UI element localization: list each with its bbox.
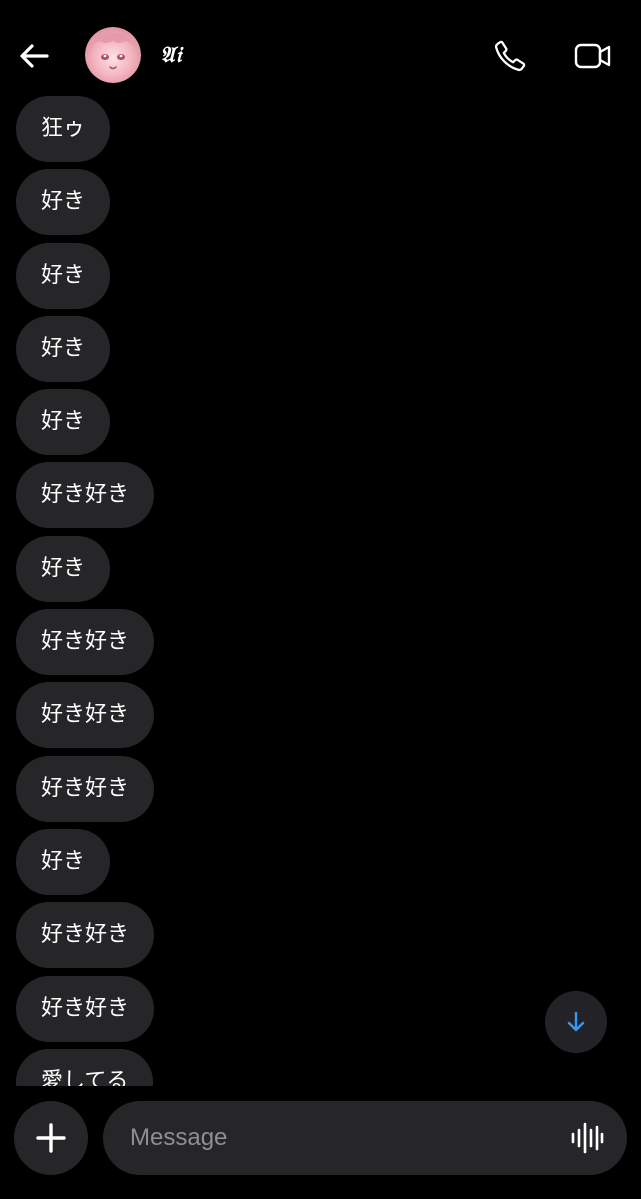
message-input[interactable] (130, 1101, 550, 1175)
message-item[interactable]: 好き好き (16, 682, 641, 749)
message-bubble[interactable]: 好き好き (16, 682, 155, 749)
message-item[interactable]: 好き (16, 315, 641, 382)
message-item[interactable]: 愛してる (16, 1048, 641, 1086)
message-bubble[interactable]: 好き (16, 828, 111, 895)
message-item[interactable]: 狂ゥ (16, 96, 641, 162)
audio-call-button[interactable] (490, 36, 530, 76)
message-bubble[interactable]: 好き (16, 535, 111, 602)
message-composer (0, 1100, 641, 1180)
add-attachment-button[interactable] (14, 1101, 88, 1175)
back-button[interactable] (14, 36, 54, 76)
arrow-down-icon (567, 1011, 585, 1032)
message-list: 狂ゥ 好き 好き 好き 好き 好き好き 好き 好き好き 好き好き 好き好き 好き… (0, 96, 641, 1086)
message-item[interactable]: 好き好き (16, 755, 641, 822)
voice-message-button[interactable] (567, 1118, 607, 1158)
avatar[interactable] (85, 27, 141, 83)
back-arrow-icon (20, 44, 49, 68)
message-bubble[interactable]: 好き (16, 169, 111, 236)
message-bubble[interactable]: 好き (16, 242, 111, 309)
message-bubble[interactable]: 好き (16, 315, 111, 382)
message-field[interactable] (103, 1101, 627, 1175)
phone-icon (494, 40, 526, 72)
message-bubble[interactable]: 愛してる (16, 1048, 154, 1086)
message-item[interactable]: 好き (16, 535, 641, 602)
message-thread[interactable]: 狂ゥ 好き 好き 好き 好き 好き好き 好き 好き好き 好き好き 好き好き 好き… (0, 96, 641, 1086)
message-item[interactable]: 好き好き (16, 902, 641, 969)
plus-icon (36, 1123, 66, 1153)
message-bubble[interactable]: 好き好き (16, 462, 155, 529)
video-camera-icon (574, 43, 611, 69)
contact-name[interactable]: 𝔄𝔦 (160, 40, 182, 70)
video-call-button[interactable] (571, 36, 615, 76)
message-bubble[interactable]: 好き好き (16, 609, 155, 676)
chat-header: 𝔄𝔦 (0, 0, 641, 96)
scroll-to-bottom-button[interactable] (545, 991, 607, 1053)
message-item[interactable]: 好き (16, 169, 641, 236)
message-item[interactable]: 好き (16, 242, 641, 309)
message-bubble[interactable]: 好き好き (16, 975, 155, 1042)
message-item[interactable]: 好き好き (16, 462, 641, 529)
message-bubble[interactable]: 好き好き (16, 755, 155, 822)
message-bubble[interactable]: 好き好き (16, 902, 155, 969)
message-bubble[interactable]: 好き (16, 389, 111, 456)
message-item[interactable]: 好き (16, 828, 641, 895)
message-bubble[interactable]: 狂ゥ (16, 96, 111, 162)
message-item[interactable]: 好き (16, 389, 641, 456)
audio-waveform-icon (571, 1122, 604, 1154)
message-item[interactable]: 好き好き (16, 609, 641, 676)
